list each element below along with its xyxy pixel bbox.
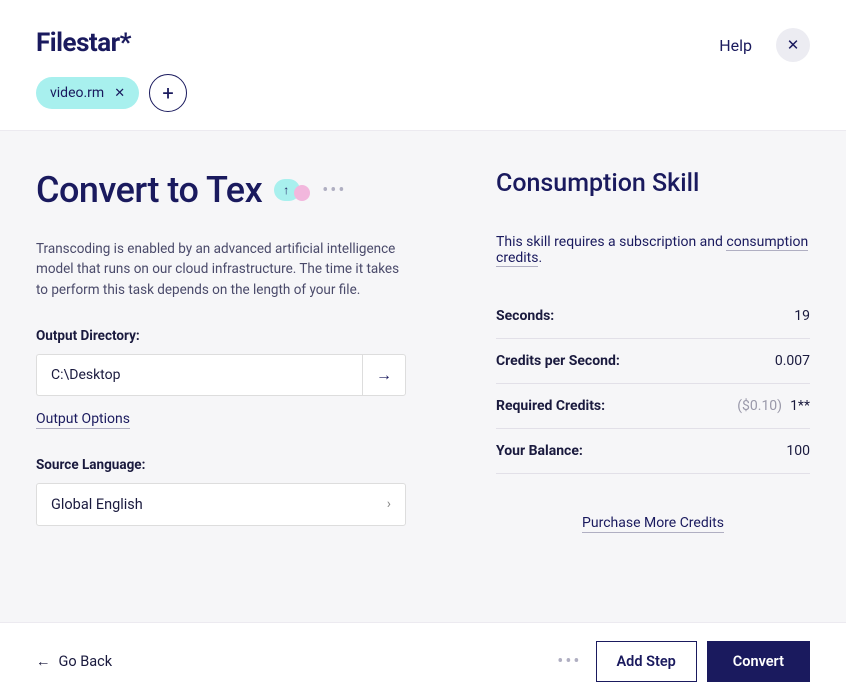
output-dir-row: → <box>36 354 406 396</box>
main-content: Convert to Tex ↑ ••• Transcoding is enab… <box>0 130 846 622</box>
convert-button[interactable]: Convert <box>707 641 810 682</box>
arrow-left-icon: ← <box>36 653 51 670</box>
footer: ← Go Back ••• Add Step Convert <box>0 622 846 700</box>
source-lang-label: Source Language: <box>36 457 406 473</box>
stat-value-wrap: ($0.10) 1** <box>737 398 810 414</box>
output-dir-label: Output Directory: <box>36 328 406 344</box>
header-right: Help ✕ <box>719 28 810 62</box>
stat-row-required: Required Credits: ($0.10) 1** <box>496 384 810 429</box>
cloud-upload-icon: ↑ <box>274 179 310 201</box>
left-column: Convert to Tex ↑ ••• Transcoding is enab… <box>36 169 406 602</box>
consumption-title: Consumption Skill <box>496 169 810 198</box>
output-dir-input[interactable] <box>36 354 362 396</box>
close-button[interactable]: ✕ <box>776 28 810 62</box>
stat-cost: ($0.10) <box>737 398 782 414</box>
stat-label: Seconds: <box>496 308 554 324</box>
stat-value: 1** <box>790 398 810 414</box>
stat-value: 19 <box>794 308 810 324</box>
stat-value: 100 <box>786 443 810 459</box>
close-icon: ✕ <box>787 36 800 54</box>
arrow-right-icon: → <box>376 365 392 385</box>
requirement-text: This skill requires a subscription and c… <box>496 234 810 266</box>
file-chip[interactable]: video.rm ✕ <box>36 77 139 109</box>
header: Filestar* video.rm ✕ + Help ✕ <box>0 0 846 130</box>
header-left: Filestar* video.rm ✕ + <box>36 28 187 112</box>
stat-row-cps: Credits per Second: 0.007 <box>496 339 810 384</box>
req-pre: This skill requires a subscription and <box>496 234 726 250</box>
logo: Filestar* <box>36 28 187 58</box>
chevron-right-icon: › <box>387 496 391 512</box>
go-back-label: Go Back <box>59 653 113 670</box>
stat-row-seconds: Seconds: 19 <box>496 294 810 339</box>
go-back-button[interactable]: ← Go Back <box>36 653 112 670</box>
req-post: . <box>538 250 542 266</box>
file-chip-label: video.rm <box>50 85 104 101</box>
right-column: Consumption Skill This skill requires a … <box>496 169 810 602</box>
stat-row-balance: Your Balance: 100 <box>496 429 810 474</box>
stat-label: Required Credits: <box>496 398 605 414</box>
add-step-button[interactable]: Add Step <box>596 641 697 682</box>
footer-right: ••• Add Step Convert <box>557 641 810 682</box>
description: Transcoding is enabled by an advanced ar… <box>36 239 406 300</box>
stat-label: Credits per Second: <box>496 353 620 369</box>
footer-more-icon[interactable]: ••• <box>557 651 581 672</box>
purchase-row: Purchase More Credits <box>496 512 810 561</box>
stat-label: Your Balance: <box>496 443 583 459</box>
purchase-credits-link[interactable]: Purchase More Credits <box>582 515 724 533</box>
add-file-button[interactable]: + <box>149 74 187 112</box>
source-lang-select[interactable]: Global English › <box>36 483 406 526</box>
source-lang-value: Global English <box>51 496 143 513</box>
more-options-icon[interactable]: ••• <box>322 180 346 201</box>
browse-dir-button[interactable]: → <box>362 354 406 396</box>
help-link[interactable]: Help <box>719 36 752 55</box>
file-row: video.rm ✕ + <box>36 74 187 112</box>
stat-value: 0.007 <box>775 353 810 369</box>
output-options-link[interactable]: Output Options <box>36 411 130 429</box>
remove-file-icon[interactable]: ✕ <box>114 86 125 101</box>
title-row: Convert to Tex ↑ ••• <box>36 169 406 211</box>
page-title: Convert to Tex <box>36 169 262 211</box>
